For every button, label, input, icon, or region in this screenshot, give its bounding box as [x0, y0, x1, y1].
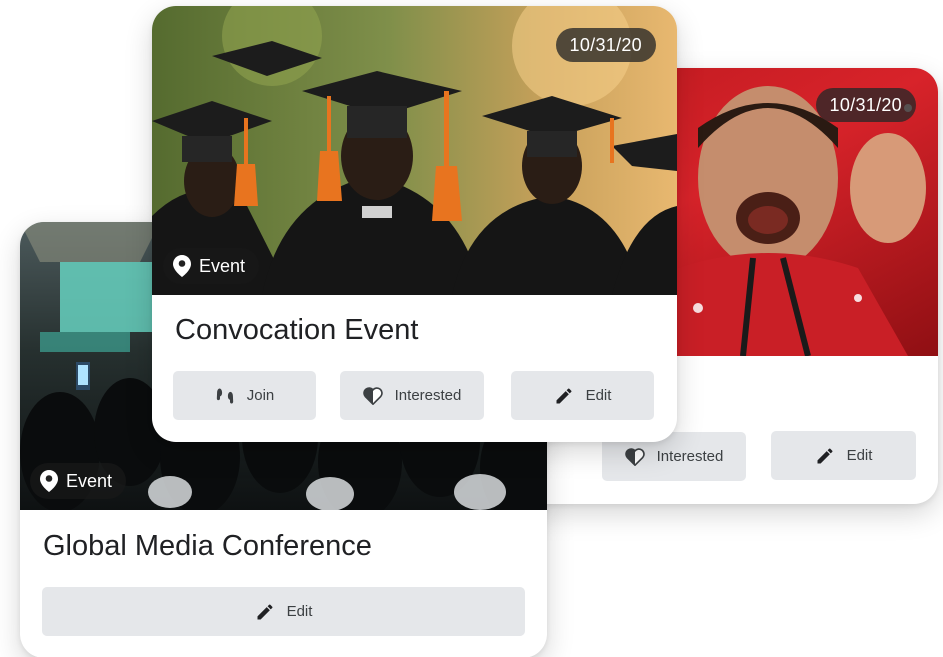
date-badge: 10/31/20: [555, 28, 656, 62]
pencil-icon: [815, 446, 835, 466]
event-title: Convocation Event: [175, 314, 419, 346]
interested-label: Interested: [656, 448, 724, 465]
edit-button[interactable]: Edit: [771, 431, 916, 480]
location-pin-icon: [173, 255, 191, 277]
join-button[interactable]: Join: [173, 371, 316, 420]
pencil-icon: [255, 602, 275, 622]
location-pin-icon: [40, 470, 58, 492]
interested-label: Interested: [394, 387, 462, 404]
edit-label: Edit: [846, 447, 873, 464]
event-tag: Event: [163, 248, 260, 284]
edit-button[interactable]: Edit: [511, 371, 654, 420]
interested-button[interactable]: Interested: [340, 371, 484, 420]
event-tag-label: Event: [199, 255, 246, 276]
date-badge: 10/31/20: [815, 88, 916, 122]
pencil-icon: [554, 386, 574, 406]
event-tag: Event: [30, 463, 127, 499]
event-title: Global Media Conference: [43, 530, 372, 562]
join-label: Join: [246, 387, 275, 404]
heart-icon: [362, 386, 383, 405]
footsteps-icon: [215, 386, 235, 406]
event-card-convocation[interactable]: 10/31/20 Event Convocation Event Join In…: [152, 6, 677, 442]
heart-icon: [624, 447, 645, 466]
edit-label: Edit: [286, 603, 313, 620]
edit-button[interactable]: Edit: [42, 587, 525, 636]
edit-label: Edit: [585, 387, 612, 404]
event-tag-label: Event: [66, 470, 113, 491]
